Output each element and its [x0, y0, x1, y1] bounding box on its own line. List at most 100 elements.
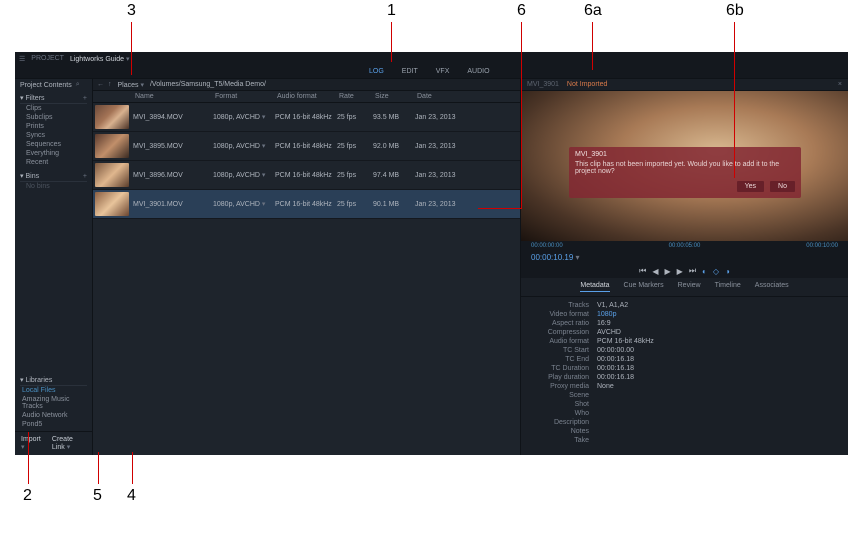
tab-metadata[interactable]: Metadata	[580, 282, 609, 292]
mark-out-icon[interactable]: ◑	[725, 267, 730, 276]
sidebar-item-prints[interactable]: Prints	[20, 122, 87, 131]
viewer[interactable]: MVI_3901 This clip has not been imported…	[521, 91, 848, 241]
metadata-label: Description	[527, 419, 597, 426]
file-row[interactable]: MVI_3895.MOV 1080p, AVCHD PCM 16-bit 48k…	[93, 132, 520, 161]
metadata-row: TC Start00:00:00.00	[527, 346, 842, 355]
metadata-label: Play duration	[527, 374, 597, 381]
filters-header[interactable]: Filters	[25, 95, 44, 102]
tab-vfx[interactable]: VFX	[436, 68, 450, 75]
file-size: 90.1 MB	[373, 201, 415, 208]
thumbnail	[95, 134, 129, 158]
file-format[interactable]: 1080p, AVCHD	[213, 171, 275, 179]
callout-line	[98, 452, 99, 484]
tc-start: 00:00:00:00	[531, 243, 563, 249]
file-date: Jan 23, 2013	[415, 114, 467, 121]
close-icon[interactable]: ×	[838, 81, 842, 88]
metadata-row: TracksV1, A1,A2	[527, 301, 842, 310]
add-filter-icon[interactable]: +	[83, 95, 87, 102]
library-audio-network[interactable]: Audio Network	[20, 411, 87, 420]
jump-end-icon[interactable]: ⏭	[689, 266, 696, 276]
sidebar-item-sequences[interactable]: Sequences	[20, 140, 87, 149]
tab-edit[interactable]: EDIT	[402, 68, 418, 75]
metadata-value: None	[597, 383, 614, 390]
file-format[interactable]: 1080p, AVCHD	[213, 113, 275, 121]
path-location[interactable]: /Volumes/Samsung_T5/Media Demo/	[150, 81, 266, 88]
current-timecode[interactable]: 00:00:10.19	[521, 251, 848, 264]
project-name[interactable]: Lightworks Guide	[70, 55, 130, 63]
timecode-ruler[interactable]: 00:00:00:00 00:00:05:00 00:00:10:00	[521, 241, 848, 251]
no-button[interactable]: No	[770, 181, 795, 192]
step-back-icon[interactable]: ◀	[652, 267, 658, 276]
metadata-row: Description	[527, 418, 842, 427]
callout-3: 3	[127, 2, 136, 20]
project-bar: ☰ PROJECT Lightworks Guide	[15, 52, 848, 65]
callout-line	[28, 432, 29, 484]
callout-6b: 6b	[726, 2, 744, 20]
nav-back-icon[interactable]: ←	[97, 81, 104, 88]
metadata-label: Video format	[527, 311, 597, 318]
import-button[interactable]: Import	[21, 436, 42, 451]
yes-button[interactable]: Yes	[737, 181, 764, 192]
col-name[interactable]: Name	[133, 93, 213, 100]
tab-associates[interactable]: Associates	[755, 282, 789, 292]
metadata-label: TC End	[527, 356, 597, 363]
add-bin-icon[interactable]: +	[83, 173, 87, 180]
metadata-value[interactable]: 1080p	[597, 311, 616, 318]
clear-marks-icon[interactable]: ◇	[713, 267, 719, 276]
tab-cue-markers[interactable]: Cue Markers	[624, 282, 664, 292]
metadata-value: PCM 16-bit 48kHz	[597, 338, 654, 345]
libraries-header[interactable]: Libraries	[25, 377, 52, 384]
col-rate[interactable]: Rate	[337, 93, 373, 100]
metadata-value: 16:9	[597, 320, 611, 327]
library-pond5[interactable]: Pond5	[20, 420, 87, 429]
metadata-value: V1, A1,A2	[597, 302, 628, 309]
file-format[interactable]: 1080p, AVCHD	[213, 142, 275, 150]
tab-log[interactable]: LOG	[369, 68, 384, 75]
tab-review[interactable]: Review	[678, 282, 701, 292]
search-icon[interactable]: ⌕	[76, 81, 80, 89]
file-audio: PCM 16-bit 48kHz	[275, 114, 337, 121]
tab-timeline[interactable]: Timeline	[715, 282, 741, 292]
menu-icon[interactable]: ☰	[19, 55, 25, 63]
file-row[interactable]: MVI_3896.MOV 1080p, AVCHD PCM 16-bit 48k…	[93, 161, 520, 190]
mark-in-icon[interactable]: ◐	[702, 267, 707, 276]
browser-header: Name Format Audio format Rate Size Date	[93, 91, 520, 103]
metadata-value: 00:00:00.00	[597, 347, 634, 354]
file-row[interactable]: MVI_3901.MOV 1080p, AVCHD PCM 16-bit 48k…	[93, 190, 520, 219]
file-format[interactable]: 1080p, AVCHD	[213, 200, 275, 208]
create-link-button[interactable]: Create Link	[52, 436, 86, 451]
file-name: MVI_3894.MOV	[133, 114, 213, 121]
places-dropdown[interactable]: Places	[118, 81, 144, 89]
nav-up-icon[interactable]: ↑	[108, 81, 112, 88]
metadata-row: CompressionAVCHD	[527, 328, 842, 337]
tab-audio[interactable]: AUDIO	[467, 68, 489, 75]
sidebar-item-clips[interactable]: Clips	[20, 104, 87, 113]
viewer-tab-clip[interactable]: MVI_3901	[527, 81, 559, 88]
sidebar-item-everything[interactable]: Everything	[20, 149, 87, 158]
step-fwd-icon[interactable]: ▶	[677, 267, 683, 276]
thumbnail	[95, 192, 129, 216]
file-row[interactable]: MVI_3894.MOV 1080p, AVCHD PCM 16-bit 48k…	[93, 103, 520, 132]
jump-start-icon[interactable]: ⏮	[639, 266, 646, 276]
no-bins-label: No bins	[20, 182, 87, 191]
callout-line	[521, 22, 522, 208]
col-date[interactable]: Date	[415, 93, 467, 100]
sidebar-item-syncs[interactable]: Syncs	[20, 131, 87, 140]
library-amazing-music[interactable]: Amazing Music Tracks	[20, 395, 87, 411]
col-audio[interactable]: Audio format	[275, 93, 337, 100]
callout-line	[592, 22, 593, 70]
sidebar-item-subclips[interactable]: Subclips	[20, 113, 87, 122]
play-icon[interactable]: ▶	[665, 267, 671, 276]
col-size[interactable]: Size	[373, 93, 415, 100]
viewer-tab-status[interactable]: Not Imported	[567, 81, 607, 88]
callout-2: 2	[23, 487, 32, 505]
col-format[interactable]: Format	[213, 93, 275, 100]
sidebar-item-recent[interactable]: Recent	[20, 158, 87, 167]
import-dialog: MVI_3901 This clip has not been imported…	[569, 147, 801, 198]
library-local-files[interactable]: Local Files	[20, 386, 87, 395]
callout-5: 5	[93, 487, 102, 505]
bins-header[interactable]: Bins	[25, 173, 39, 180]
metadata-label: Audio format	[527, 338, 597, 345]
file-browser: ← ↑ Places /Volumes/Samsung_T5/Media Dem…	[93, 79, 520, 455]
callout-1: 1	[387, 2, 396, 20]
